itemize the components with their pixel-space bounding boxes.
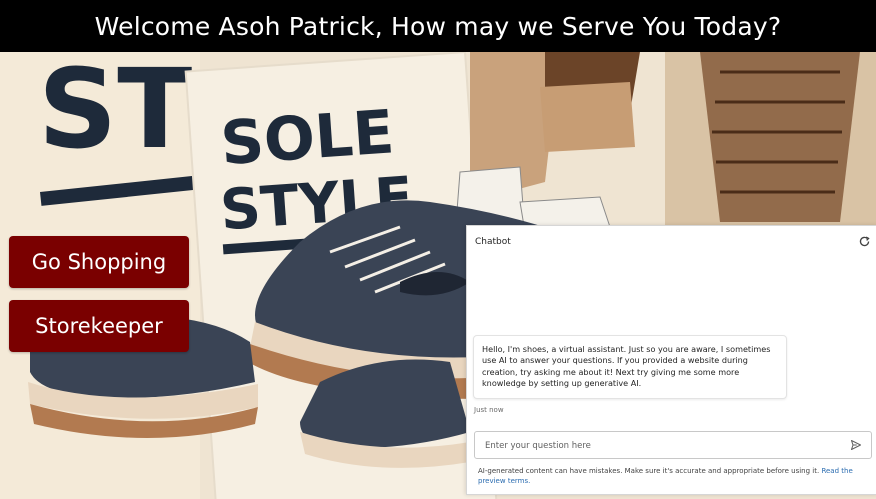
ai-disclaimer: AI-generated content can have mistakes. … xyxy=(478,466,870,486)
bot-message-text: Hello, I'm shoes, a virtual assistant. J… xyxy=(482,344,771,389)
question-input[interactable] xyxy=(483,437,837,455)
send-icon[interactable] xyxy=(850,439,862,451)
go-shopping-label: Go Shopping xyxy=(31,250,167,274)
chatbot-title: Chatbot xyxy=(475,237,511,247)
storekeeper-button[interactable]: Storekeeper xyxy=(9,300,189,352)
poster-text-sole: SOLE xyxy=(218,97,396,179)
chatbot-panel: Chatbot Hello, I'm shoes, a virtual assi… xyxy=(466,225,876,495)
welcome-header: Welcome Asoh Patrick, How may we Serve Y… xyxy=(0,0,876,52)
message-timestamp: Just now xyxy=(474,406,504,414)
disclaimer-text: AI-generated content can have mistakes. … xyxy=(478,467,820,475)
bot-message-bubble: Hello, I'm shoes, a virtual assistant. J… xyxy=(473,335,787,399)
chat-input-box[interactable] xyxy=(474,431,872,459)
refresh-icon[interactable] xyxy=(858,235,871,248)
go-shopping-button[interactable]: Go Shopping xyxy=(9,236,189,288)
left-poster-text: ST xyxy=(38,52,192,173)
welcome-title: Welcome Asoh Patrick, How may we Serve Y… xyxy=(94,11,782,41)
storekeeper-label: Storekeeper xyxy=(35,314,163,338)
